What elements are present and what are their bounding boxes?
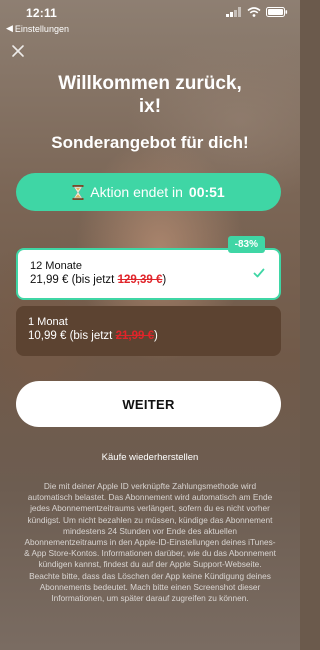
plan-name: 12 Monate — [30, 260, 82, 272]
legal-text: Die mit deiner Apple ID verknüpfte Zahlu… — [24, 481, 276, 604]
hourglass-icon — [72, 184, 84, 200]
plan-current-price: 21,99 € (bis jetzt — [30, 274, 115, 286]
status-icons — [226, 7, 288, 17]
back-link-label: Einstellungen — [14, 23, 69, 34]
restore-purchases-link[interactable]: Käufe wiederherstellen — [0, 452, 300, 463]
plan-current-price: 10,99 € (bis jetzt — [28, 330, 113, 342]
page-title: Willkommen zurück, ix! — [0, 72, 300, 118]
title-line-1: Willkommen zurück, — [58, 73, 242, 94]
discount-badge: -83% — [227, 236, 265, 253]
signal-icon — [226, 7, 241, 17]
plan-price-suffix: ) — [162, 274, 167, 286]
plan-old-price: 21,99 € — [115, 330, 154, 342]
page-subtitle: Sonderangebot für dich! — [51, 133, 249, 152]
status-bar: 12:11 ◀ Einstellungen — [0, 0, 300, 34]
promo-label: Aktion endet in — [90, 184, 183, 200]
promo-countdown-banner: Aktion endet in 00:51 — [16, 173, 281, 211]
plan-name: 1 Monat — [28, 316, 68, 328]
wifi-icon — [247, 7, 261, 17]
plan-price: 21,99 € (bis jetzt 129,39 €) — [30, 273, 267, 288]
continue-button[interactable]: WEITER — [16, 381, 281, 427]
status-time: 12:11 — [26, 6, 58, 20]
plan-option-12-months[interactable]: -83% 12 Monate 21,99 € (bis jetzt 129,39… — [16, 236, 281, 300]
back-chevron-icon: ◀ — [6, 23, 13, 33]
close-icon[interactable] — [11, 44, 25, 58]
paywall-screen: 12:11 ◀ Einstellungen Willkommen zurück,… — [0, 0, 300, 650]
title-line-2: ix! — [138, 96, 162, 117]
plan-option-1-month[interactable]: 1 Monat 10,99 € (bis jetzt 21,99 €) — [16, 306, 281, 356]
plan-price: 10,99 € (bis jetzt 21,99 €) — [28, 329, 269, 344]
checkmark-icon — [253, 268, 265, 278]
back-to-settings-link[interactable]: ◀ Einstellungen — [6, 23, 69, 34]
plan-old-price: 129,39 € — [117, 274, 163, 286]
promo-countdown: 00:51 — [188, 184, 225, 200]
battery-icon — [266, 7, 288, 17]
plan-price-suffix: ) — [153, 330, 158, 342]
